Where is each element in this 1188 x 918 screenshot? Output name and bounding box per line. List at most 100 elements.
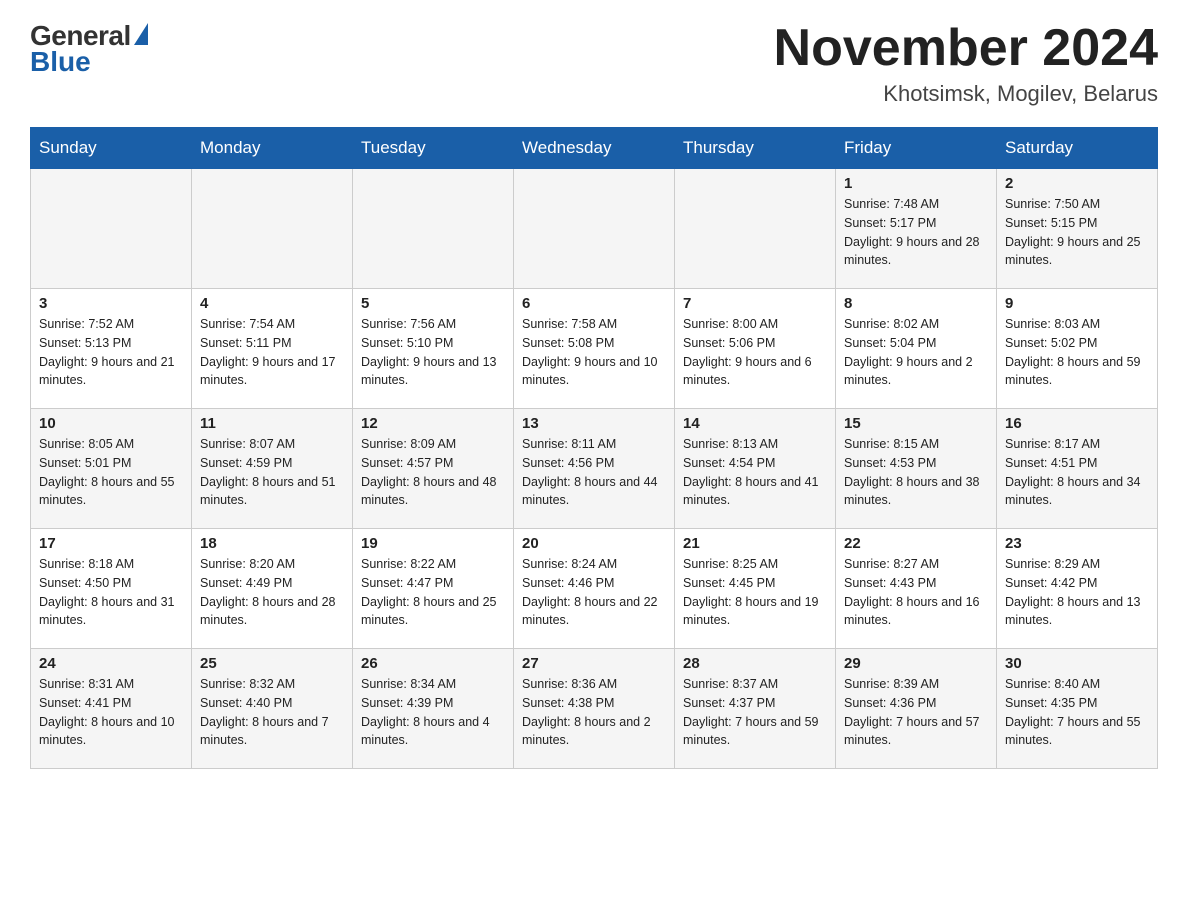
calendar-week-row: 24Sunrise: 8:31 AM Sunset: 4:41 PM Dayli… xyxy=(31,649,1158,769)
day-info: Sunrise: 8:13 AM Sunset: 4:54 PM Dayligh… xyxy=(683,435,827,510)
day-number: 8 xyxy=(844,295,988,312)
calendar-cell: 29 Sunrise: 8:39 AM Sunset: 4:36 PM Dayli… xyxy=(836,649,997,769)
calendar-cell: 21 Sunrise: 8:25 AM Sunset: 4:45 PM Dayli… xyxy=(675,529,836,649)
weekday-header-saturday: Saturday xyxy=(997,128,1158,169)
day-number: 29 xyxy=(844,655,988,672)
calendar-cell: 9Sunrise: 8:03 AM Sunset: 5:02 PM Daylig… xyxy=(997,289,1158,409)
calendar-cell: 18 Sunrise: 8:20 AM Sunset: 4:49 PM Dayli… xyxy=(192,529,353,649)
calendar-cell: 23 Sunrise: 8:29 AM Sunset: 4:42 PM Dayli… xyxy=(997,529,1158,649)
page-header: General Blue November 2024 Khotsimsk, Mo… xyxy=(30,20,1158,107)
calendar-week-row: 1Sunrise: 7:48 AM Sunset: 5:17 PM Daylig… xyxy=(31,169,1158,289)
day-number: 21 xyxy=(683,535,827,552)
calendar-cell: 22 Sunrise: 8:27 AM Sunset: 4:43 PM Dayli… xyxy=(836,529,997,649)
day-info: Sunrise: 8:27 AM Sunset: 4:43 PM Dayligh… xyxy=(844,555,988,630)
month-title: November 2024 xyxy=(774,20,1158,77)
calendar-cell xyxy=(514,169,675,289)
calendar-cell: 26 Sunrise: 8:34 AM Sunset: 4:39 PM Dayli… xyxy=(353,649,514,769)
logo: General Blue xyxy=(30,20,148,78)
day-info: Sunrise: 8:39 AM Sunset: 4:36 PM Dayligh… xyxy=(844,675,988,750)
day-number: 19 xyxy=(361,535,505,552)
calendar-header-row: SundayMondayTuesdayWednesdayThursdayFrid… xyxy=(31,128,1158,169)
calendar-cell: 3 Sunrise: 7:52 AM Sunset: 5:13 PM Daylig… xyxy=(31,289,192,409)
header-right: November 2024 Khotsimsk, Mogilev, Belaru… xyxy=(774,20,1158,107)
day-info: Sunrise: 8:20 AM Sunset: 4:49 PM Dayligh… xyxy=(200,555,344,630)
day-number: 18 xyxy=(200,535,344,552)
calendar-cell xyxy=(192,169,353,289)
calendar-week-row: 3 Sunrise: 7:52 AM Sunset: 5:13 PM Daylig… xyxy=(31,289,1158,409)
weekday-header-sunday: Sunday xyxy=(31,128,192,169)
day-number: 27 xyxy=(522,655,666,672)
logo-blue-text: Blue xyxy=(30,46,91,78)
calendar-cell: 24Sunrise: 8:31 AM Sunset: 4:41 PM Dayli… xyxy=(31,649,192,769)
day-info: Sunrise: 8:22 AM Sunset: 4:47 PM Dayligh… xyxy=(361,555,505,630)
day-number: 28 xyxy=(683,655,827,672)
day-number: 12 xyxy=(361,415,505,432)
calendar-cell: 8 Sunrise: 8:02 AM Sunset: 5:04 PM Daylig… xyxy=(836,289,997,409)
day-number: 7 xyxy=(683,295,827,312)
weekday-header-thursday: Thursday xyxy=(675,128,836,169)
calendar-cell: 1Sunrise: 7:48 AM Sunset: 5:17 PM Daylig… xyxy=(836,169,997,289)
calendar-cell: 28Sunrise: 8:37 AM Sunset: 4:37 PM Dayli… xyxy=(675,649,836,769)
calendar-cell: 6 Sunrise: 7:58 AM Sunset: 5:08 PM Daylig… xyxy=(514,289,675,409)
day-number: 14 xyxy=(683,415,827,432)
day-number: 16 xyxy=(1005,415,1149,432)
day-number: 2 xyxy=(1005,175,1149,192)
day-info: Sunrise: 7:48 AM Sunset: 5:17 PM Dayligh… xyxy=(844,195,988,270)
calendar-cell: 16 Sunrise: 8:17 AM Sunset: 4:51 PM Dayli… xyxy=(997,409,1158,529)
calendar-cell: 17 Sunrise: 8:18 AM Sunset: 4:50 PM Dayli… xyxy=(31,529,192,649)
day-number: 4 xyxy=(200,295,344,312)
weekday-header-friday: Friday xyxy=(836,128,997,169)
calendar-week-row: 10 Sunrise: 8:05 AM Sunset: 5:01 PM Dayli… xyxy=(31,409,1158,529)
day-number: 6 xyxy=(522,295,666,312)
calendar-cell: 30Sunrise: 8:40 AM Sunset: 4:35 PM Dayli… xyxy=(997,649,1158,769)
day-info: Sunrise: 8:18 AM Sunset: 4:50 PM Dayligh… xyxy=(39,555,183,630)
day-info: Sunrise: 8:34 AM Sunset: 4:39 PM Dayligh… xyxy=(361,675,505,750)
location-subtitle: Khotsimsk, Mogilev, Belarus xyxy=(774,81,1158,107)
calendar-cell: 7 Sunrise: 8:00 AM Sunset: 5:06 PM Daylig… xyxy=(675,289,836,409)
day-info: Sunrise: 8:11 AM Sunset: 4:56 PM Dayligh… xyxy=(522,435,666,510)
day-info: Sunrise: 7:52 AM Sunset: 5:13 PM Dayligh… xyxy=(39,315,183,390)
day-number: 22 xyxy=(844,535,988,552)
day-number: 5 xyxy=(361,295,505,312)
calendar-cell xyxy=(675,169,836,289)
calendar-cell: 10 Sunrise: 8:05 AM Sunset: 5:01 PM Dayli… xyxy=(31,409,192,529)
day-info: Sunrise: 8:00 AM Sunset: 5:06 PM Dayligh… xyxy=(683,315,827,390)
calendar-cell: 20Sunrise: 8:24 AM Sunset: 4:46 PM Dayli… xyxy=(514,529,675,649)
weekday-header-tuesday: Tuesday xyxy=(353,128,514,169)
calendar-cell: 12Sunrise: 8:09 AM Sunset: 4:57 PM Dayli… xyxy=(353,409,514,529)
day-info: Sunrise: 8:25 AM Sunset: 4:45 PM Dayligh… xyxy=(683,555,827,630)
day-info: Sunrise: 7:54 AM Sunset: 5:11 PM Dayligh… xyxy=(200,315,344,390)
day-info: Sunrise: 8:05 AM Sunset: 5:01 PM Dayligh… xyxy=(39,435,183,510)
logo-triangle-icon xyxy=(134,23,148,45)
weekday-header-monday: Monday xyxy=(192,128,353,169)
day-info: Sunrise: 8:17 AM Sunset: 4:51 PM Dayligh… xyxy=(1005,435,1149,510)
day-info: Sunrise: 8:29 AM Sunset: 4:42 PM Dayligh… xyxy=(1005,555,1149,630)
day-number: 26 xyxy=(361,655,505,672)
calendar-cell: 15Sunrise: 8:15 AM Sunset: 4:53 PM Dayli… xyxy=(836,409,997,529)
day-number: 10 xyxy=(39,415,183,432)
day-info: Sunrise: 7:50 AM Sunset: 5:15 PM Dayligh… xyxy=(1005,195,1149,270)
day-number: 9 xyxy=(1005,295,1149,312)
day-info: Sunrise: 7:56 AM Sunset: 5:10 PM Dayligh… xyxy=(361,315,505,390)
calendar-cell: 5 Sunrise: 7:56 AM Sunset: 5:10 PM Daylig… xyxy=(353,289,514,409)
calendar-cell: 27Sunrise: 8:36 AM Sunset: 4:38 PM Dayli… xyxy=(514,649,675,769)
day-info: Sunrise: 8:07 AM Sunset: 4:59 PM Dayligh… xyxy=(200,435,344,510)
day-number: 13 xyxy=(522,415,666,432)
weekday-header-wednesday: Wednesday xyxy=(514,128,675,169)
day-info: Sunrise: 8:02 AM Sunset: 5:04 PM Dayligh… xyxy=(844,315,988,390)
calendar-cell xyxy=(353,169,514,289)
calendar-cell: 13 Sunrise: 8:11 AM Sunset: 4:56 PM Dayli… xyxy=(514,409,675,529)
day-info: Sunrise: 8:40 AM Sunset: 4:35 PM Dayligh… xyxy=(1005,675,1149,750)
calendar-table: SundayMondayTuesdayWednesdayThursdayFrid… xyxy=(30,127,1158,769)
day-info: Sunrise: 8:32 AM Sunset: 4:40 PM Dayligh… xyxy=(200,675,344,750)
calendar-cell: 4 Sunrise: 7:54 AM Sunset: 5:11 PM Daylig… xyxy=(192,289,353,409)
day-number: 3 xyxy=(39,295,183,312)
calendar-cell: 2 Sunrise: 7:50 AM Sunset: 5:15 PM Daylig… xyxy=(997,169,1158,289)
day-number: 20 xyxy=(522,535,666,552)
calendar-cell: 14 Sunrise: 8:13 AM Sunset: 4:54 PM Dayli… xyxy=(675,409,836,529)
day-number: 23 xyxy=(1005,535,1149,552)
day-number: 17 xyxy=(39,535,183,552)
day-info: Sunrise: 8:31 AM Sunset: 4:41 PM Dayligh… xyxy=(39,675,183,750)
calendar-cell: 25Sunrise: 8:32 AM Sunset: 4:40 PM Dayli… xyxy=(192,649,353,769)
day-info: Sunrise: 7:58 AM Sunset: 5:08 PM Dayligh… xyxy=(522,315,666,390)
